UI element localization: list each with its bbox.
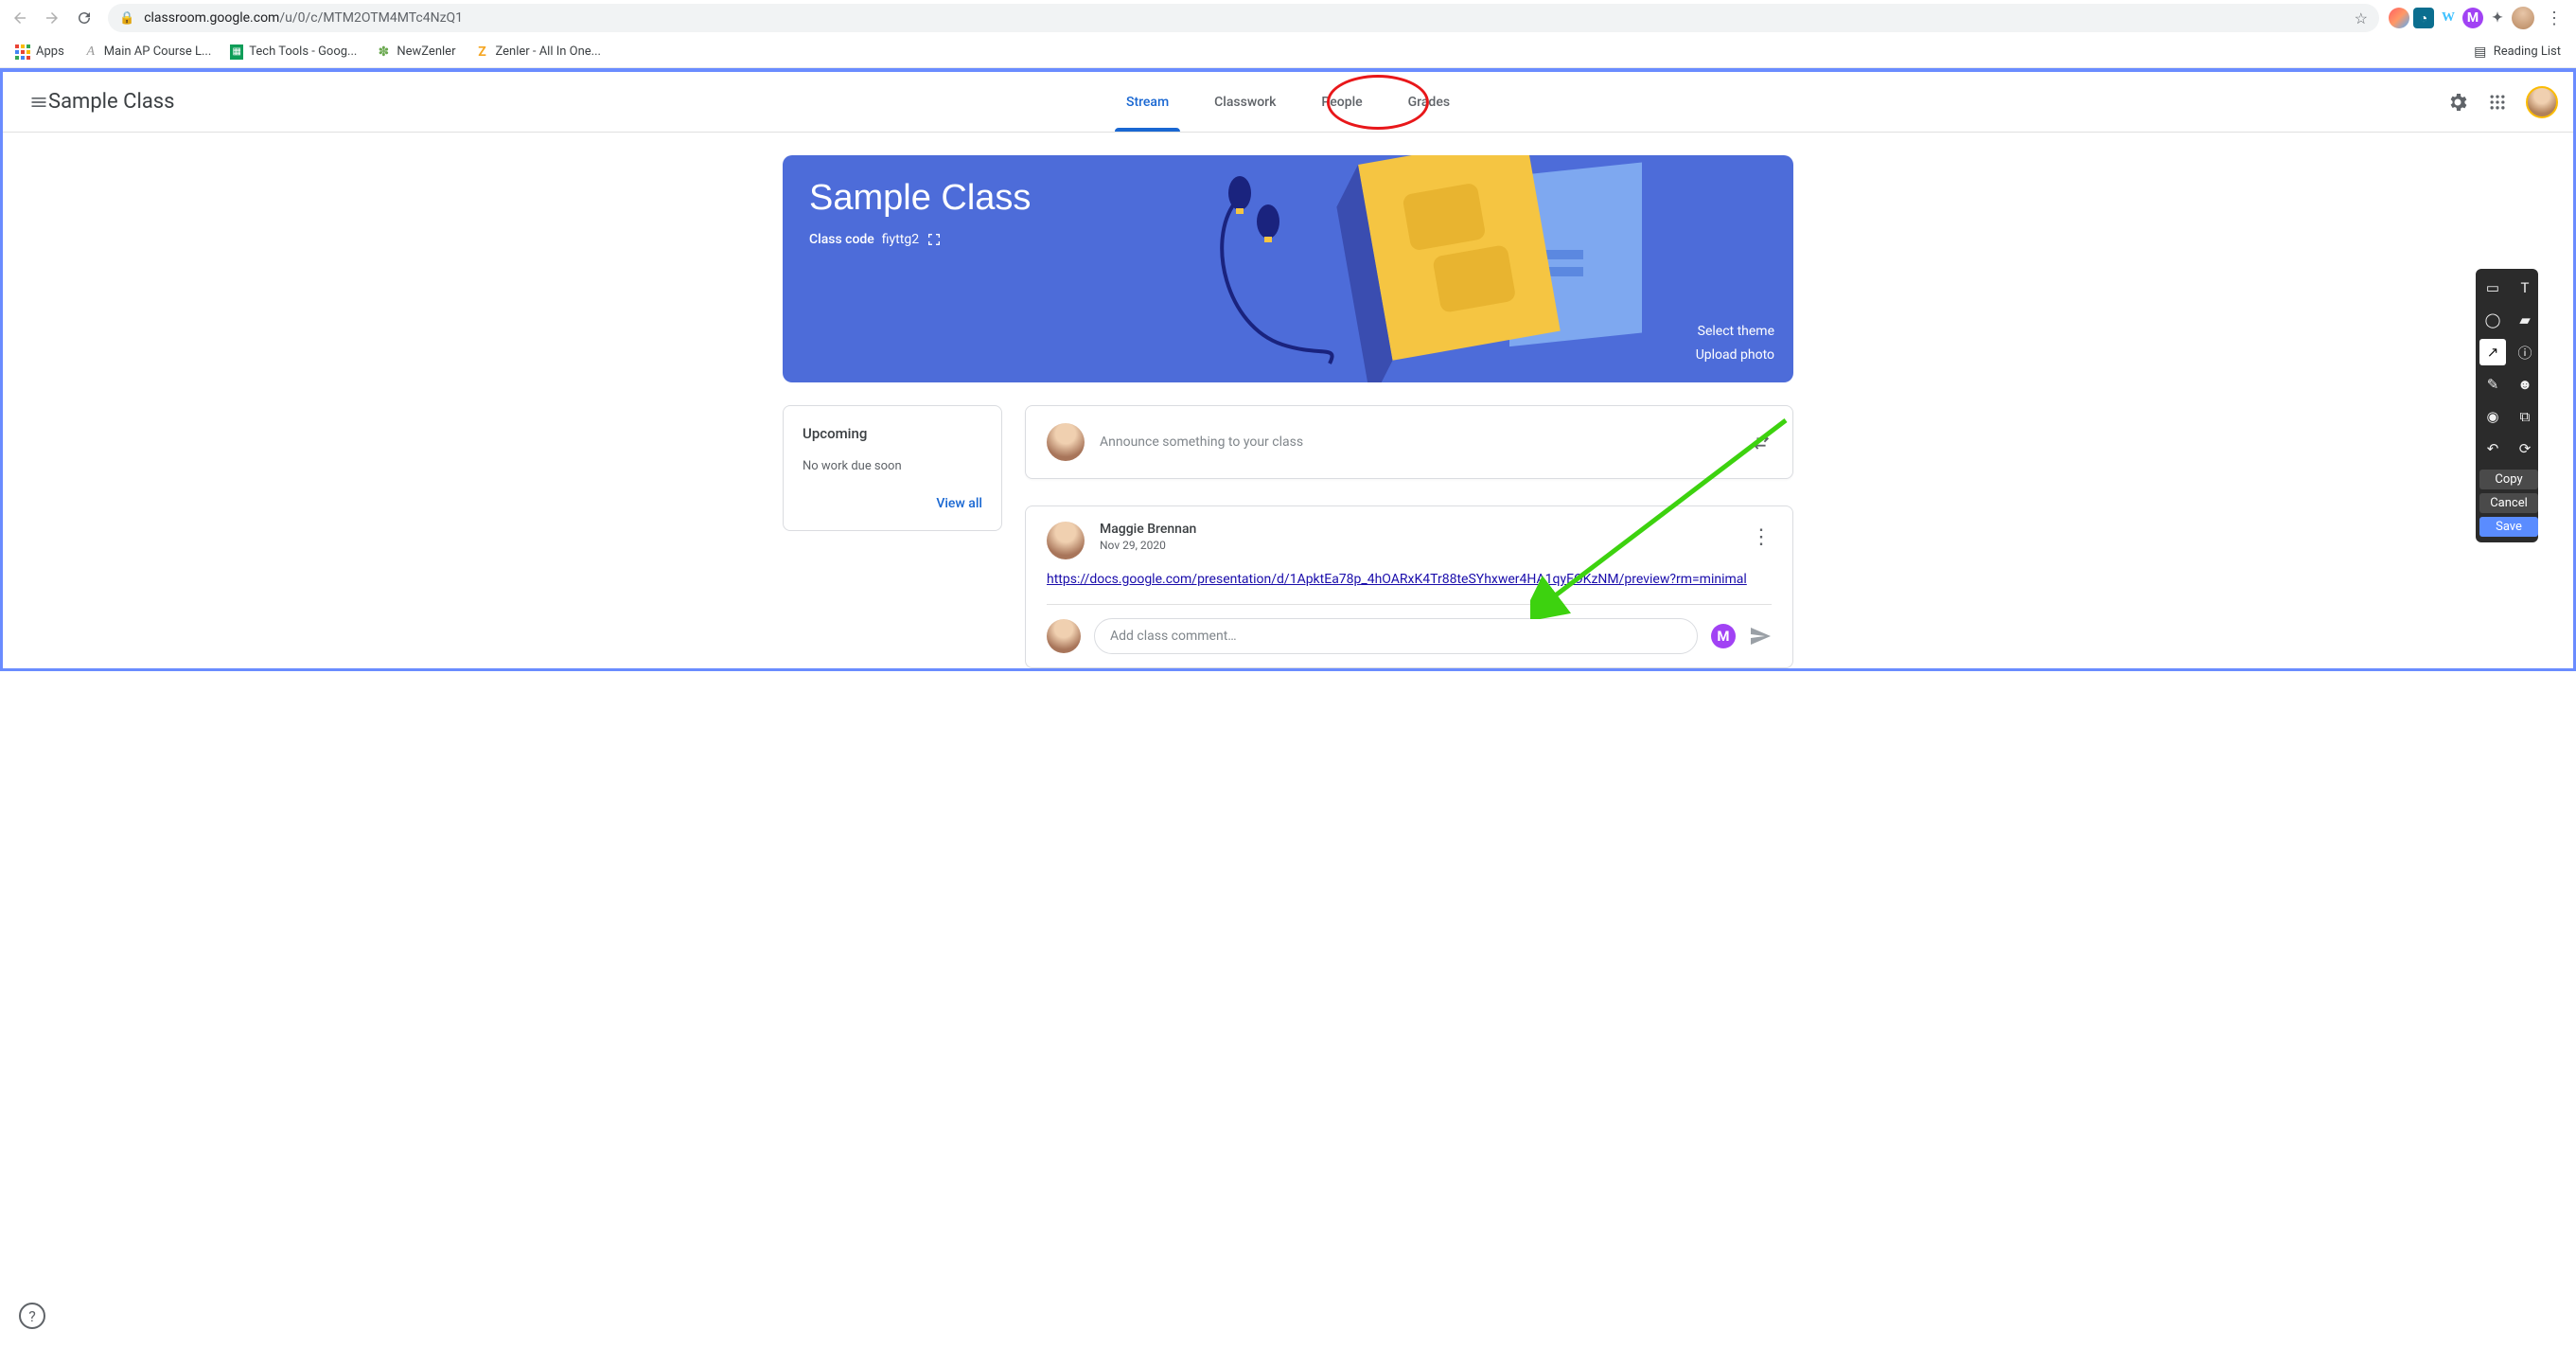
- comment-input[interactable]: Add class comment…: [1094, 618, 1698, 654]
- url-text: classroom.google.com/u/0/c/MTM2OTM4MTc4N…: [144, 10, 463, 26]
- post-link[interactable]: https://docs.google.com/presentation/d/1…: [1047, 572, 1747, 587]
- bookmarks-bar: Apps A Main AP Course L... ▦ Tech Tools - …: [0, 36, 2576, 68]
- view-all-link[interactable]: View all: [803, 496, 982, 511]
- post-date: Nov 29, 2020: [1100, 539, 1196, 552]
- apps-label: Apps: [36, 44, 64, 59]
- forward-button[interactable]: [38, 4, 66, 32]
- browser-nav-bar: 🔒 classroom.google.com/u/0/c/MTM2OTM4MTc…: [0, 0, 2576, 36]
- reload-button[interactable]: [70, 4, 98, 32]
- main-content: Sample Class Class code fiyttg2 Select t…: [3, 133, 2573, 668]
- bookmark-tech-tools[interactable]: ▦ Tech Tools - Goog...: [222, 41, 364, 63]
- bookmark-main-ap[interactable]: A Main AP Course L...: [76, 41, 219, 63]
- main-menu-button[interactable]: [18, 81, 41, 123]
- bookmark-label: Tech Tools - Goog...: [249, 44, 357, 59]
- bookmark-label: NewZenler: [397, 44, 455, 59]
- cancel-button[interactable]: Cancel: [2479, 493, 2538, 513]
- sheets-icon: ▦: [230, 44, 243, 60]
- stream-post: Maggie Brennan Nov 29, 2020 ⋮ https://do…: [1025, 506, 1793, 668]
- tool-arrow[interactable]: ↗: [2479, 339, 2506, 365]
- banner-illustration: [1169, 155, 1699, 382]
- post-author-name: Maggie Brennan: [1100, 522, 1196, 537]
- tool-callout[interactable]: ▰: [2512, 307, 2538, 333]
- tool-blur[interactable]: ◉: [2479, 403, 2506, 430]
- apps-grid-icon: [15, 44, 30, 60]
- classroom-header: Sample Class Stream Classwork People Gra…: [3, 72, 2573, 133]
- back-button[interactable]: [6, 4, 34, 32]
- google-apps-button[interactable]: [2486, 91, 2509, 114]
- apps-shortcut[interactable]: Apps: [8, 41, 72, 63]
- bookmark-label: Zenler - All In One...: [495, 44, 601, 59]
- mote-icon[interactable]: M: [1711, 624, 1736, 648]
- tool-image[interactable]: ⧉: [2512, 403, 2538, 430]
- banner-actions: Select theme Upload photo: [1696, 320, 1774, 367]
- tool-emoji[interactable]: ☻: [2512, 371, 2538, 398]
- tab-stream[interactable]: Stream: [1103, 72, 1191, 132]
- user-avatar: [1047, 423, 1085, 461]
- save-button[interactable]: Save: [2479, 517, 2538, 537]
- class-banner: Sample Class Class code fiyttg2 Select t…: [783, 155, 1793, 382]
- upload-photo-link[interactable]: Upload photo: [1696, 344, 1774, 367]
- announce-box[interactable]: Announce something to your class: [1025, 405, 1793, 479]
- announce-placeholder: Announce something to your class: [1100, 435, 1736, 450]
- class-code-value: fiyttg2: [882, 232, 919, 247]
- reading-list-icon: ▤: [2473, 44, 2488, 60]
- bookmark-icon: A: [83, 44, 98, 60]
- extension-icon-w[interactable]: W: [2438, 8, 2459, 28]
- comment-user-avatar: [1047, 619, 1081, 653]
- upcoming-empty-text: No work due soon: [803, 459, 982, 473]
- tab-grades[interactable]: Grades: [1385, 72, 1473, 132]
- bookmark-newzenler[interactable]: ✽ NewZenler: [368, 41, 463, 63]
- lock-icon: 🔒: [119, 11, 134, 26]
- tool-rectangle[interactable]: ▭: [2479, 275, 2506, 301]
- settings-button[interactable]: [2446, 91, 2469, 114]
- extension-icon-2[interactable]: ◔: [2413, 8, 2434, 28]
- annotation-toolbox: ▭ T ◯ ▰ ↗ ⓘ ✎ ☻ ◉ ⧉ ↶ ⟳ Copy Cancel Save: [2476, 269, 2538, 542]
- reading-list[interactable]: ▤ Reading List: [2465, 41, 2568, 63]
- expand-code-icon[interactable]: [926, 232, 942, 247]
- tab-classwork[interactable]: Classwork: [1191, 72, 1298, 132]
- post-options-button[interactable]: ⋮: [1751, 525, 1772, 549]
- reading-list-label: Reading List: [2494, 44, 2561, 59]
- tool-circle[interactable]: ◯: [2479, 307, 2506, 333]
- tool-undo[interactable]: ↶: [2479, 435, 2506, 462]
- tool-text[interactable]: T: [2512, 275, 2538, 301]
- reuse-post-icon[interactable]: [1751, 432, 1772, 452]
- profile-avatar-small[interactable]: [2512, 7, 2534, 29]
- send-icon[interactable]: [1749, 625, 1772, 647]
- extension-icon-m[interactable]: M: [2462, 8, 2483, 28]
- post-author-avatar: [1047, 522, 1085, 559]
- classroom-tabs: Stream Classwork People Grades: [1103, 72, 1473, 132]
- upcoming-heading: Upcoming: [803, 425, 982, 442]
- tab-people[interactable]: People: [1298, 72, 1385, 132]
- bookmark-label: Main AP Course L...: [104, 44, 211, 59]
- newzenler-icon: ✽: [376, 44, 391, 60]
- annotation-border: Sample Class Stream Classwork People Gra…: [0, 68, 2576, 671]
- bookmark-star-icon[interactable]: ☆: [2355, 9, 2368, 27]
- class-code-label: Class code: [809, 232, 874, 247]
- extension-icon-1[interactable]: [2389, 8, 2409, 28]
- copy-button[interactable]: Copy: [2479, 470, 2538, 489]
- extensions-puzzle-icon[interactable]: ✦: [2487, 8, 2508, 28]
- zenler-icon: Z: [474, 44, 489, 60]
- tool-pen[interactable]: ✎: [2479, 371, 2506, 398]
- select-theme-link[interactable]: Select theme: [1696, 320, 1774, 344]
- bookmark-zenler[interactable]: Z Zenler - All In One...: [467, 41, 609, 63]
- address-bar[interactable]: 🔒 classroom.google.com/u/0/c/MTM2OTM4MTc…: [108, 4, 2379, 32]
- upcoming-card: Upcoming No work due soon View all: [783, 405, 1002, 531]
- account-avatar[interactable]: [2526, 86, 2558, 118]
- comment-row: Add class comment… M: [1047, 604, 1772, 667]
- chrome-menu-button[interactable]: ⋮: [2538, 9, 2570, 28]
- tool-redo[interactable]: ⟳: [2512, 435, 2538, 462]
- class-title[interactable]: Sample Class: [48, 90, 175, 114]
- tool-info[interactable]: ⓘ: [2512, 339, 2538, 365]
- help-button[interactable]: ?: [19, 1303, 45, 1329]
